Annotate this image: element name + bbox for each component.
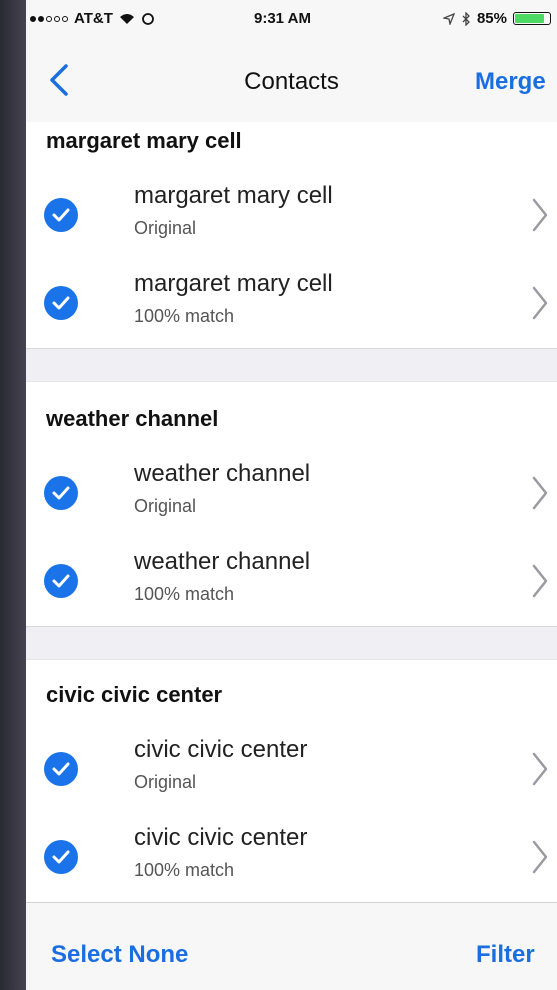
match-label: Original (134, 496, 197, 516)
signal-icon (30, 15, 68, 22)
status-right: 85% (442, 10, 551, 27)
group-divider (26, 348, 557, 382)
carrier-name: AT&T (74, 10, 113, 27)
checkmark-icon[interactable] (44, 476, 78, 510)
contact-name: margaret mary cell (134, 182, 333, 209)
filter-button[interactable]: Filter (476, 941, 535, 969)
checkmark-icon[interactable] (44, 286, 78, 320)
chevron-right-icon (532, 286, 548, 320)
match-label: 100% match (134, 306, 235, 326)
checkmark-icon[interactable] (44, 752, 78, 786)
chevron-right-icon (532, 752, 548, 786)
status-bar: AT&T 9:31 AM 85% (26, 0, 557, 34)
group-header: weather channel (46, 406, 219, 431)
match-label: Original (134, 772, 197, 792)
list-item[interactable]: margaret mary cell 100% match (26, 260, 557, 346)
navigation-bar: Contacts Merge (26, 34, 557, 122)
list-item[interactable]: civic civic center Original (26, 726, 557, 812)
carrier-info: AT&T (30, 10, 155, 27)
contact-name: weather channel (134, 548, 311, 575)
list-item[interactable]: civic civic center 100% match (26, 814, 557, 900)
chevron-right-icon (532, 476, 548, 510)
chevron-right-icon (532, 198, 548, 232)
group-divider (26, 626, 557, 660)
background-edge (0, 0, 26, 990)
status-time: 9:31 AM (254, 10, 311, 27)
group-header: civic civic center (46, 682, 223, 707)
match-label: 100% match (134, 584, 235, 604)
checkmark-icon[interactable] (44, 840, 78, 874)
contact-list: margaret mary cell margaret mary cell Or… (26, 122, 557, 902)
match-label: Original (134, 218, 197, 238)
match-label: 100% match (134, 860, 235, 880)
list-item[interactable]: weather channel 100% match (26, 538, 557, 624)
contact-name: civic civic center (134, 824, 308, 851)
checkmark-icon[interactable] (44, 198, 78, 232)
wifi-icon (119, 14, 134, 24)
contact-name: civic civic center (134, 736, 308, 763)
battery-percent: 85% (476, 10, 507, 27)
battery-icon (513, 12, 551, 25)
select-none-button[interactable]: Select None (51, 941, 188, 969)
chevron-right-icon (532, 840, 548, 874)
group-header: margaret mary cell (46, 128, 242, 153)
contact-name: margaret mary cell (134, 270, 333, 297)
merge-button[interactable]: Merge (475, 68, 546, 96)
location-icon (442, 12, 455, 25)
list-item[interactable]: margaret mary cell Original (26, 172, 557, 258)
chevron-right-icon (532, 564, 548, 598)
contact-name: weather channel (134, 460, 311, 487)
bottom-toolbar: Select None Filter (26, 902, 557, 990)
list-item[interactable]: weather channel Original (26, 450, 557, 536)
checkmark-icon[interactable] (44, 564, 78, 598)
phone-screen: AT&T 9:31 AM 85% Contacts Merge margaret… (26, 0, 557, 990)
bluetooth-icon (462, 11, 470, 26)
sync-icon (141, 12, 154, 25)
